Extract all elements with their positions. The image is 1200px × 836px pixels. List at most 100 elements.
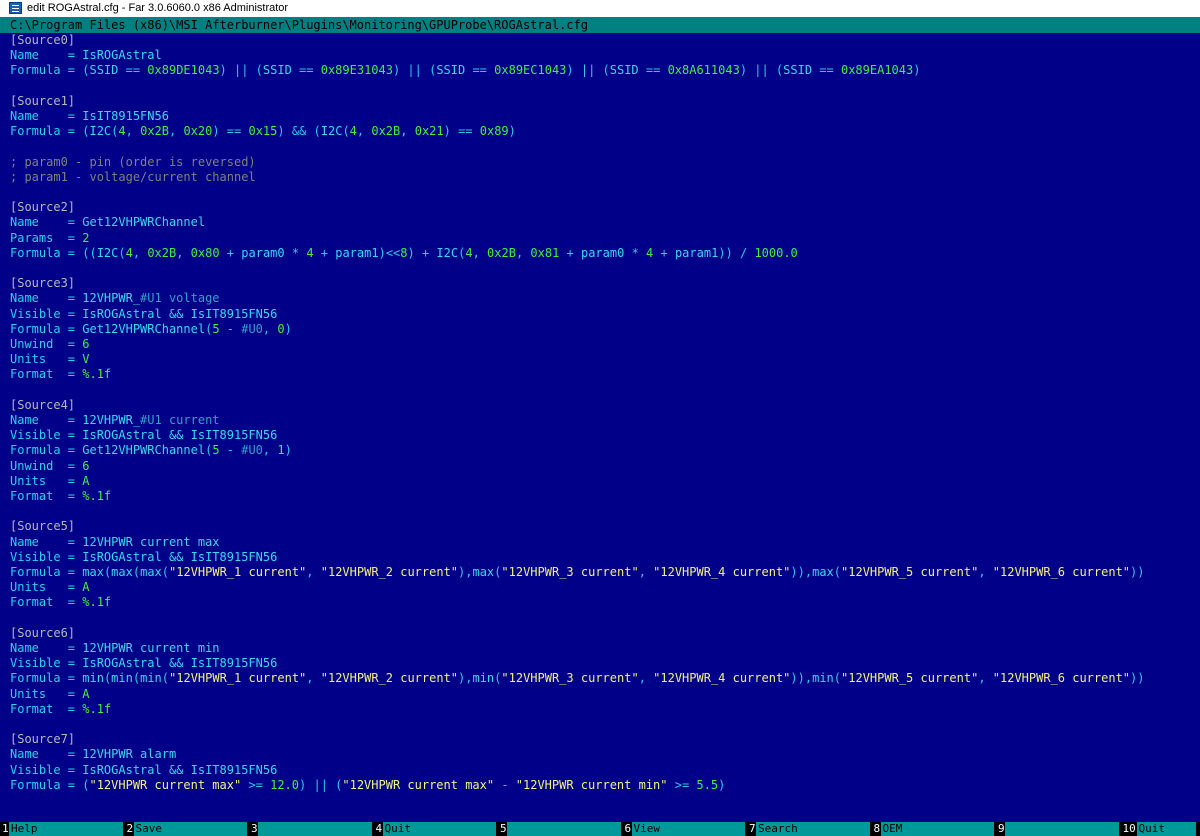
code-token: Name = (10, 534, 83, 549)
code-token: Params = (10, 230, 83, 245)
code-token: Formula = (10, 443, 83, 458)
editor-scrollbar[interactable] (1192, 33, 1200, 822)
fkey-4[interactable]: 4 Quit (376, 822, 501, 836)
fkey-3[interactable]: 3 (251, 822, 376, 836)
editor-line[interactable]: Name = 12VHPWR_#U1 voltage (10, 291, 220, 306)
fkey-number: 1 (2, 822, 9, 835)
editor-line[interactable]: [Source2] (10, 200, 75, 215)
editor-line[interactable]: Name = IsROGAstral (10, 48, 162, 63)
fkey-7[interactable]: 7 Search (749, 822, 874, 836)
editor-line[interactable]: Params = 2 (10, 231, 89, 246)
fkey-number: 7 (749, 822, 756, 835)
editor-line[interactable]: Units = A (10, 580, 89, 595)
editor-line[interactable]: Format = %.1f (10, 595, 111, 610)
fkey-1[interactable]: 1 Help (2, 822, 127, 836)
code-token: Formula = ( (10, 63, 90, 78)
code-token: "12VHPWR_6 current" (992, 565, 1131, 579)
code-token: "12VHPWR_4 current" (653, 565, 791, 579)
code-token: 0 (277, 321, 285, 336)
editor-line[interactable]: Formula = min(min(min("12VHPWR_1 current… (10, 671, 1145, 686)
editor-line[interactable]: Formula = Get12VHPWRChannel(5 - #U0, 0) (10, 322, 292, 337)
editor-line[interactable]: ; param0 - pin (order is reversed) (10, 155, 256, 170)
editor-line[interactable]: Name = 12VHPWR_#U1 current (10, 413, 220, 428)
code-token: "12VHPWR current max" (342, 777, 495, 792)
editor-line[interactable]: Format = %.1f (10, 702, 111, 717)
editor-line[interactable]: Visible = IsROGAstral && IsIT8915FN56 (10, 307, 277, 322)
editor-line[interactable]: Visible = IsROGAstral && IsIT8915FN56 (10, 656, 277, 671)
code-token: "12VHPWR_1 current" (169, 671, 307, 686)
fkey-9[interactable]: 9 (998, 822, 1123, 836)
fkey-5[interactable]: 5 (500, 822, 625, 836)
text-editor-area[interactable]: [Source0] Name = IsROGAstral Formula = (SS… (0, 33, 1200, 822)
fkey-label (258, 822, 372, 836)
code-token: * (284, 245, 307, 260)
code-token: 12.0 (270, 777, 300, 792)
code-token: Unwind = (10, 458, 83, 473)
editor-line[interactable]: Unwind = 6 (10, 337, 89, 352)
editor-line[interactable]: [Source3] (10, 276, 75, 291)
code-token: Format = (10, 595, 83, 610)
editor-line[interactable]: Name = Get12VHPWRChannel (10, 215, 205, 230)
editor-line[interactable]: Format = %.1f (10, 367, 111, 382)
code-token: ) || ( (392, 63, 437, 78)
editor-line[interactable]: Formula = (I2C(4, 0x2B, 0x20) == 0x15) &… (10, 124, 516, 139)
code-token: Format = (10, 367, 83, 382)
editor-line[interactable]: [Source6] (10, 626, 75, 641)
code-token: 6 (82, 458, 90, 473)
code-token: == (638, 63, 668, 78)
code-token: 5.5 (696, 777, 719, 792)
editor-line[interactable]: Name = IsIT8915FN56 (10, 109, 169, 124)
code-token: "12VHPWR current min" (515, 777, 668, 792)
code-token: )<< (378, 245, 401, 260)
editor-line[interactable]: Visible = IsROGAstral && IsIT8915FN56 (10, 428, 277, 443)
code-token: Formula = ( (10, 124, 90, 139)
editor-line[interactable]: Name = 12VHPWR current min (10, 641, 220, 656)
fkey-10[interactable]: 10 Quit (1123, 822, 1200, 836)
code-token: ( (833, 565, 842, 579)
code-token: 0x81 (530, 245, 560, 260)
code-token: Units = (10, 473, 83, 488)
code-token: ) == (443, 124, 480, 139)
code-token: + (559, 245, 581, 260)
code-token: , (356, 124, 372, 139)
editor-line[interactable]: [Source7] (10, 732, 75, 747)
editor-line[interactable]: Units = V (10, 352, 89, 367)
editor-line[interactable]: Name = 12VHPWR alarm (10, 747, 176, 762)
fkey-6[interactable]: 6 View (625, 822, 750, 836)
code-token: , (169, 124, 184, 139)
code-token: ) || ( (566, 63, 610, 78)
editor-line[interactable]: [Source5] (10, 519, 75, 534)
code-token: 0x89EC1043 (494, 63, 567, 78)
window-titlebar[interactable]: edit ROGAstral.cfg - Far 3.0.6060.0 x86 … (0, 0, 1200, 18)
editor-line[interactable]: [Source0] (10, 33, 75, 48)
code-token: SSID (609, 63, 639, 78)
fkey-2[interactable]: 2 Save (127, 822, 252, 836)
editor-line[interactable]: [Source4] (10, 398, 75, 413)
code-token: , (306, 671, 321, 686)
code-token: Units = (10, 686, 83, 701)
code-token: 0x15 (248, 124, 278, 139)
editor-line[interactable]: Formula = Get12VHPWRChannel(5 - #U0, 1) (10, 443, 292, 458)
editor-line[interactable]: Format = %.1f (10, 489, 111, 504)
editor-line[interactable]: Units = A (10, 474, 89, 489)
code-token: Visible = (10, 549, 83, 564)
code-token: max (82, 565, 104, 579)
editor-line[interactable]: [Source1] (10, 94, 75, 109)
editor-line[interactable]: Formula = (SSID == 0x89DE1043) || (SSID … (10, 63, 920, 78)
editor-line[interactable]: Formula = max(max(max("12VHPWR_1 current… (10, 565, 1145, 580)
editor-line[interactable]: Units = A (10, 687, 89, 702)
code-token: param0 (241, 245, 285, 260)
editor-line[interactable]: Formula = ((I2C(4, 0x2B, 0x80 + param0 *… (10, 246, 798, 261)
code-token: ( (132, 565, 141, 579)
editor-line[interactable]: Visible = IsROGAstral && IsIT8915FN56 (10, 550, 277, 565)
code-token: #U1 current (140, 413, 220, 427)
editor-line[interactable]: Formula = ("12VHPWR current max" >= 12.0… (10, 778, 725, 793)
fkey-8[interactable]: 8 OEM (874, 822, 999, 836)
editor-line[interactable]: Visible = IsROGAstral && IsIT8915FN56 (10, 763, 277, 778)
editor-line[interactable]: ; param1 - voltage/current channel (10, 170, 256, 185)
editor-file-path-bar: C:\Program Files (x86)\MSI Afterburner\P… (0, 17, 1200, 33)
code-token: Formula = (( (10, 245, 97, 260)
editor-line[interactable]: Name = 12VHPWR current max (10, 535, 220, 550)
code-token: + (653, 245, 675, 260)
editor-line[interactable]: Unwind = 6 (10, 459, 89, 474)
